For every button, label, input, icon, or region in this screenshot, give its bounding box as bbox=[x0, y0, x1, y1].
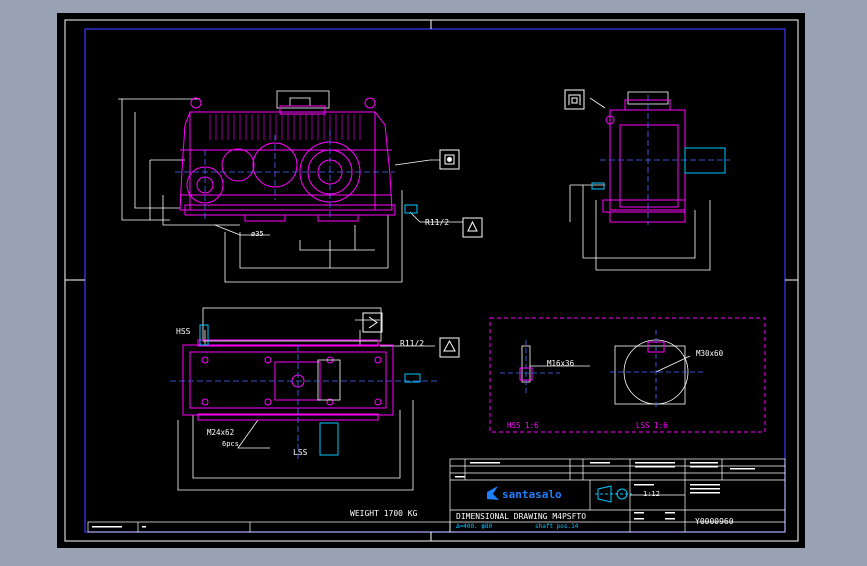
drawing-canvas: ø35 R11/2 HSS LSS M24x62 6pcs R11/2 WEIG… bbox=[57, 13, 805, 548]
lss-label: LSS bbox=[293, 448, 308, 457]
drawing-number: Y0000960 bbox=[695, 517, 734, 526]
lss-detail-label: LSS 1:6 bbox=[636, 421, 668, 430]
drain-label-bottom: R11/2 bbox=[400, 339, 424, 348]
drain-label-top: R11/2 bbox=[425, 218, 449, 227]
qty-label: 6pcs bbox=[222, 440, 239, 448]
thread-label: M24x62 bbox=[207, 428, 234, 437]
drawing-title: DIMENSIONAL DRAWING M4PSFTO bbox=[456, 512, 586, 521]
cad-viewport[interactable]: ø35 R11/2 HSS LSS M24x62 6pcs R11/2 WEIG… bbox=[0, 0, 867, 562]
m30-label: M30x60 bbox=[696, 349, 724, 358]
scale-value: 1:12 bbox=[643, 490, 660, 498]
weight-label: WEIGHT 1700 KG bbox=[350, 509, 418, 518]
sub-right: shaft pos.14 bbox=[535, 523, 579, 530]
hss-label: HSS bbox=[176, 327, 191, 336]
hss-detail-label: HSS 1:6 bbox=[507, 421, 539, 430]
m16-label: M16x36 bbox=[547, 359, 575, 368]
drawing-sheet bbox=[57, 13, 805, 548]
sub-left: Δ=400. ϕ80 bbox=[456, 523, 493, 530]
diameter-label: ø35 bbox=[251, 230, 264, 238]
svg-text:santasalo: santasalo bbox=[502, 488, 562, 501]
